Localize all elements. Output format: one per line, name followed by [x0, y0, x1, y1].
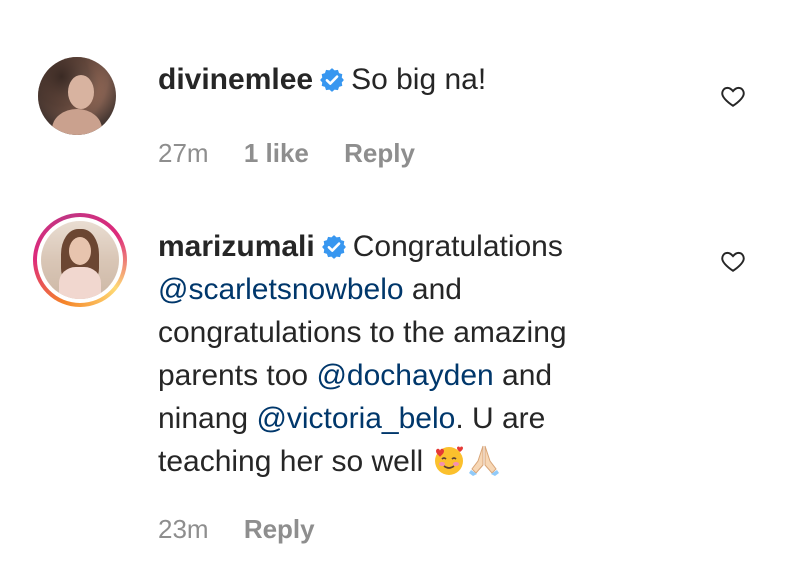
- verified-badge-icon: [320, 68, 344, 92]
- verified-badge-icon: [321, 235, 346, 259]
- comment-text-part: teaching her so well: [158, 445, 432, 478]
- avatar: [41, 221, 119, 299]
- reply-button[interactable]: Reply: [344, 138, 415, 168]
- mention-link-dochayden[interactable]: @dochayden: [316, 359, 493, 392]
- timestamp: 27m: [158, 138, 209, 168]
- smiling-face-with-hearts-icon: [434, 446, 463, 475]
- comment-text-part: and: [403, 273, 462, 306]
- username[interactable]: divinemlee: [158, 63, 313, 96]
- avatar[interactable]: [38, 57, 116, 135]
- comment-text: So big na!: [351, 63, 487, 96]
- comment-text-part: . U are: [455, 402, 546, 435]
- mention-link-victoria-belo[interactable]: @victoria_belo: [256, 402, 455, 435]
- comment-text-part: parents too: [158, 359, 317, 392]
- comment-text-part: congratulations to the amazing: [158, 316, 567, 349]
- comment-text-block: divinemlee So big na!: [158, 58, 678, 101]
- avatar-body: [59, 267, 101, 299]
- comment-text-block: marizumali Congratulations @scarletsnowbe…: [158, 225, 678, 483]
- timestamp: 23m: [158, 514, 209, 544]
- comment-text-part: Congratulations: [352, 230, 563, 263]
- avatar-face: [68, 75, 94, 109]
- username[interactable]: marizumali: [158, 230, 315, 263]
- likes-count-link[interactable]: 1 like: [244, 138, 309, 168]
- like-heart-icon[interactable]: [720, 83, 746, 109]
- avatar-story-ring[interactable]: [33, 213, 127, 307]
- avatar-face: [69, 237, 91, 265]
- comment-meta: 23m Reply: [158, 514, 343, 545]
- comment-text-part: ninang: [158, 402, 257, 435]
- folded-hands-icon: [468, 445, 499, 476]
- like-heart-icon[interactable]: [720, 248, 746, 274]
- comment-meta: 27m 1 like Reply: [158, 138, 443, 169]
- mention-link-scarletsnowbelo[interactable]: @scarletsnowbelo: [158, 273, 404, 306]
- comment-text-part: and: [493, 359, 553, 392]
- reply-button[interactable]: Reply: [244, 514, 315, 544]
